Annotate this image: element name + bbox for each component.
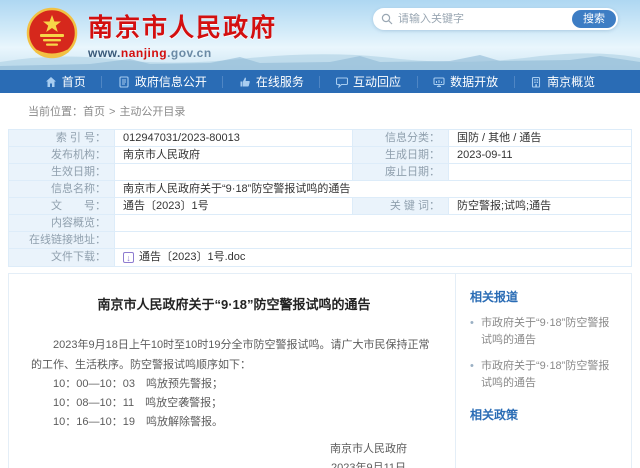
created-date-value: 2023-09-11 xyxy=(449,147,631,163)
related-news-list: 市政府关于“9·18”防空警报试鸣的通告 市政府关于“9·18”防空警报试鸣的通… xyxy=(470,315,619,392)
file-download-cell: ↓ 通告〔2023〕1号.doc xyxy=(115,249,631,266)
nav-label: 首页 xyxy=(62,73,86,90)
nav-label: 南京概览 xyxy=(547,73,595,90)
search-bar: 搜索 xyxy=(373,8,618,30)
brand-text: 南京市人民政府 www.nanjing.gov.cn xyxy=(88,8,277,60)
nav-separator xyxy=(514,76,515,88)
nav-separator xyxy=(417,76,418,88)
created-date-label: 生成日期： xyxy=(353,147,448,163)
breadcrumb-prefix: 当前位置： xyxy=(28,106,83,118)
breadcrumb: 当前位置：首页 > 主动公开目录 xyxy=(0,93,640,127)
breadcrumb-separator: > xyxy=(109,106,115,118)
thumbs-up-icon xyxy=(239,76,251,88)
document-meta-table: 索 引 号： 012947031/2023-80013 信息分类： 国防 / 其… xyxy=(8,129,632,267)
category-label: 信息分类： xyxy=(353,130,448,146)
file-download-label: 文件下载： xyxy=(9,249,114,266)
nav-label: 互动回应 xyxy=(353,73,401,90)
nav-item-gov-info[interactable]: 政府信息公开 xyxy=(112,70,213,93)
online-link-label: 在线链接地址： xyxy=(9,232,114,248)
building-icon xyxy=(530,76,542,88)
breadcrumb-current: 主动公开目录 xyxy=(119,106,185,118)
search-icon xyxy=(381,13,393,25)
schedule-line: 10：16—10：19 鸣放解除警报。 xyxy=(31,413,437,432)
nav-separator xyxy=(101,76,102,88)
chat-icon xyxy=(336,76,348,88)
site-brand: 南京市人民政府 www.nanjing.gov.cn xyxy=(26,7,277,61)
repeal-date-value xyxy=(449,164,631,180)
publisher-label: 发布机构： xyxy=(9,147,114,163)
summary-value xyxy=(115,215,631,231)
effective-date-value xyxy=(115,164,352,180)
national-emblem-logo xyxy=(26,7,78,61)
nav-label: 数据开放 xyxy=(450,73,498,90)
info-name-value: 南京市人民政府关于“9·18”防空警报试鸣的通告 xyxy=(115,181,631,197)
nav-item-nanjing-overview[interactable]: 南京概览 xyxy=(524,70,601,93)
document-icon xyxy=(118,76,130,88)
related-news-heading[interactable]: 相关报道 xyxy=(470,288,619,305)
doc-number-value: 通告〔2023〕1号 xyxy=(115,198,352,214)
download-file-name: 通告〔2023〕1号.doc xyxy=(139,251,245,264)
publisher-value: 南京市人民政府 xyxy=(115,147,352,163)
signature-date: 2023年9月11日 xyxy=(330,459,407,468)
download-icon: ↓ xyxy=(123,252,134,263)
keywords-value: 防空警报;试鸣;通告 xyxy=(449,198,631,214)
search-button[interactable]: 搜索 xyxy=(572,10,616,28)
article-signature: 南京市人民政府 2023年9月11日 xyxy=(330,440,407,468)
info-name-label: 信息名称： xyxy=(9,181,114,197)
index-number-value: 012947031/2023-80013 xyxy=(115,130,352,146)
related-news-item[interactable]: 市政府关于“9·18”防空警报试鸣的通告 xyxy=(470,315,619,349)
signature-organization: 南京市人民政府 xyxy=(330,440,407,459)
nav-item-home[interactable]: 首页 xyxy=(39,70,92,93)
schedule-line: 10：08—10：11 鸣放空袭警报； xyxy=(31,394,437,413)
site-title: 南京市人民政府 xyxy=(88,8,277,44)
download-file-link[interactable]: ↓ 通告〔2023〕1号.doc xyxy=(123,251,245,264)
doc-number-label: 文 号： xyxy=(9,198,114,214)
article-intro-paragraph: 2023年9月18日上午10时至10时19分全市防空警报试鸣。请广大市民保持正常… xyxy=(31,335,437,375)
nav-label: 在线服务 xyxy=(256,73,304,90)
repeal-date-label: 废止日期： xyxy=(353,164,448,180)
nav-label: 政府信息公开 xyxy=(135,73,207,90)
effective-date-label: 生效日期： xyxy=(9,164,114,180)
schedule-line: 10：00—10：03 鸣放预先警报； xyxy=(31,375,437,394)
main-nav: 首页 政府信息公开 在线服务 互动回应 数据开放 南京概览 xyxy=(0,70,640,93)
nav-separator xyxy=(222,76,223,88)
category-value: 国防 / 其他 / 通告 xyxy=(449,130,631,146)
related-policy-heading[interactable]: 相关政策 xyxy=(470,406,619,423)
nav-item-online-services[interactable]: 在线服务 xyxy=(233,70,310,93)
index-number-label: 索 引 号： xyxy=(9,130,114,146)
search-input[interactable] xyxy=(398,13,572,25)
keywords-label: 关 键 词： xyxy=(353,198,448,214)
online-link-value xyxy=(115,232,631,248)
related-news-item[interactable]: 市政府关于“9·18”防空警报试鸣的通告 xyxy=(470,358,619,392)
article: 南京市人民政府关于“9·18”防空警报试鸣的通告 2023年9月18日上午10时… xyxy=(9,274,455,468)
home-icon xyxy=(45,76,57,88)
site-header: 南京市人民政府 www.nanjing.gov.cn 搜索 xyxy=(0,0,640,70)
summary-label: 内容概览： xyxy=(9,215,114,231)
nav-item-interaction[interactable]: 互动回应 xyxy=(330,70,407,93)
article-title: 南京市人民政府关于“9·18”防空警报试鸣的通告 xyxy=(31,294,437,313)
related-sidebar: 相关报道 市政府关于“9·18”防空警报试鸣的通告 市政府关于“9·18”防空警… xyxy=(455,274,631,468)
content-panel: 南京市人民政府关于“9·18”防空警报试鸣的通告 2023年9月18日上午10时… xyxy=(8,273,632,468)
breadcrumb-home-link[interactable]: 首页 xyxy=(83,106,105,118)
monitor-icon xyxy=(433,76,445,88)
nav-separator xyxy=(319,76,320,88)
site-url: www.nanjing.gov.cn xyxy=(88,46,277,60)
nav-item-open-data[interactable]: 数据开放 xyxy=(427,70,504,93)
